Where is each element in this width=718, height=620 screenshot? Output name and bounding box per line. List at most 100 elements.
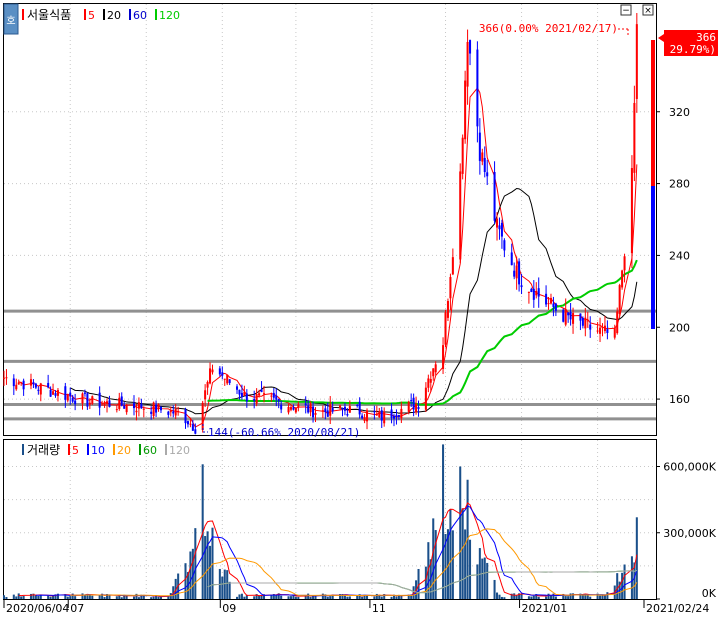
ma-legend-label: 120: [159, 9, 180, 22]
volume-bar: [34, 595, 37, 599]
candle-body: [464, 80, 467, 140]
candle-body: [493, 171, 496, 221]
candle-body: [633, 102, 636, 173]
high-annotation: 366(0.00% 2021/02/17): [479, 22, 618, 35]
volume-bar: [400, 596, 403, 599]
ma-legend-swatch: [84, 9, 86, 20]
candle-body: [245, 393, 248, 402]
candle-body: [238, 389, 241, 395]
volume-ma-legend-swatch: [113, 444, 115, 455]
candle-body: [621, 270, 624, 288]
volume-bar: [599, 595, 602, 599]
candle-body: [366, 410, 369, 422]
volume-bar: [137, 597, 140, 599]
price-axis: 160 200 240 280 320: [656, 106, 690, 406]
candle-body: [243, 391, 246, 396]
candle-body: [513, 270, 516, 277]
candle-body: [123, 405, 126, 409]
candle-body: [515, 265, 518, 279]
volume-tick-label: 600,000K: [663, 461, 716, 474]
candle-body: [98, 392, 101, 408]
candle-body: [132, 403, 136, 409]
volume-bar: [346, 596, 349, 599]
candle-body: [586, 320, 589, 322]
candle-body: [236, 386, 239, 390]
volume-bar: [498, 594, 501, 599]
candle-body: [5, 377, 8, 379]
volume-bar: [69, 596, 72, 599]
date-label: 2021/01: [522, 602, 568, 615]
volume-bar: [253, 596, 256, 599]
volume-series-swatch: [22, 444, 24, 455]
ma-legend-swatch: [129, 9, 131, 20]
candle-body: [564, 309, 567, 325]
candle-body: [304, 403, 307, 406]
volume-ma-legend-label: 10: [91, 444, 105, 457]
volume-bar: [527, 596, 530, 599]
ma-legend-label: 20: [107, 9, 121, 22]
volume-bar: [312, 596, 315, 599]
candle-body: [599, 327, 602, 334]
candle-body: [272, 392, 275, 398]
volume-bar: [390, 596, 393, 599]
candle-body: [289, 407, 292, 410]
volume-bar: [226, 570, 229, 599]
candle-body: [309, 403, 312, 413]
candle-body: [363, 417, 366, 421]
candle-body: [56, 390, 59, 396]
candle-body: [52, 391, 55, 395]
candle-body: [37, 389, 40, 391]
candle-body: [255, 394, 258, 404]
candle-body: [481, 152, 484, 162]
candle-body: [253, 398, 256, 401]
ma-legend-swatch: [155, 9, 157, 20]
volume-bar: [432, 518, 435, 599]
candle-body: [483, 158, 486, 173]
candle-body: [378, 411, 381, 418]
volume-bar: [5, 597, 8, 599]
candle-body: [140, 403, 143, 409]
volume-bar: [184, 563, 187, 599]
volume-ma-legend-label: 120: [169, 444, 190, 457]
date-label: 2020/06/04: [6, 602, 69, 615]
candle-body: [106, 401, 109, 405]
candle-body: [15, 384, 18, 390]
volume-bar: [616, 573, 619, 599]
volume-bar: [17, 593, 20, 599]
price-panel-frame: [3, 3, 657, 436]
candle-body: [204, 390, 207, 400]
candle-body: [584, 317, 587, 329]
candle-body: [223, 378, 226, 380]
price-tick-label: 280: [669, 178, 690, 191]
candle-body: [498, 225, 501, 230]
candle-body: [34, 383, 37, 388]
close-icon: ×: [644, 6, 652, 16]
candle-body: [101, 404, 104, 406]
candle-body: [549, 297, 552, 304]
volume-bar: [321, 593, 324, 599]
candle-body: [125, 404, 128, 413]
volume-bar: [545, 596, 548, 599]
volume-bar: [74, 596, 77, 599]
volume-bar: [503, 597, 506, 599]
candle-body: [545, 293, 548, 305]
candle-body: [260, 389, 263, 393]
candle-body: [64, 386, 67, 400]
candle-body: [469, 40, 472, 54]
candle-body: [81, 393, 84, 404]
minimize-icon: −: [622, 6, 630, 16]
candle-body: [2, 377, 6, 379]
candle-body: [262, 393, 266, 395]
candle-body: [169, 410, 172, 413]
volume-bar: [520, 593, 523, 599]
volume-bar: [395, 596, 398, 599]
candle-body: [321, 410, 324, 412]
candle-body: [432, 368, 435, 377]
candle-body: [69, 392, 72, 397]
candle-body: [554, 303, 557, 311]
candle-body: [417, 407, 420, 410]
volume-bar: [243, 596, 246, 599]
candle-body: [339, 405, 342, 409]
volume-bar: [356, 595, 359, 599]
candle-body: [569, 311, 572, 320]
